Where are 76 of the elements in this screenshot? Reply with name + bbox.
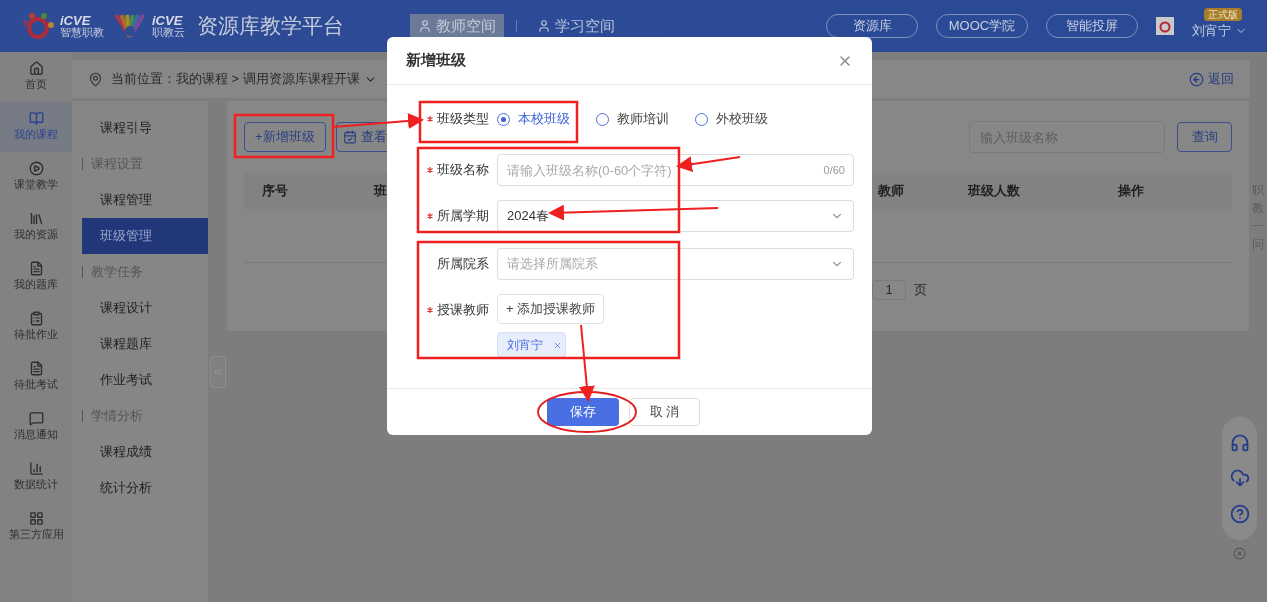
nav-item[interactable]: 我的资源 [0, 202, 72, 252]
breadcrumb-path[interactable]: 我的课程 > 调用资源库课程开课 [176, 69, 377, 89]
back-link[interactable]: 返回 [1189, 69, 1234, 89]
house-icon [28, 61, 44, 77]
calendar-icon [342, 130, 357, 144]
query-button[interactable]: 查询 [1177, 122, 1232, 152]
menu-item[interactable]: 课程管理 [82, 182, 208, 218]
document-icon [28, 261, 44, 277]
logo-icon [112, 11, 148, 41]
radio-option[interactable]: 外校班级 [695, 109, 768, 129]
radio-option[interactable]: 教师培训 [596, 109, 669, 129]
books-icon [28, 211, 44, 227]
close-icon [1233, 547, 1246, 560]
field-label: 所属院系 [437, 255, 489, 274]
document-icon [28, 361, 44, 377]
add-class-button[interactable]: +新增班级 [244, 122, 326, 152]
menu-item[interactable]: 班级管理 [82, 218, 208, 254]
headset-icon [1229, 432, 1250, 453]
nav-item[interactable]: 消息通知 [0, 402, 72, 452]
logo-caption: 职教云 [152, 27, 185, 38]
field-label: 班级类型 [437, 110, 489, 129]
column-header: 班级人数 [968, 182, 1021, 201]
breadcrumb-label: 当前位置： [111, 70, 176, 89]
column-header: 操作 [1118, 182, 1144, 201]
dialog-title: 新增班级 [406, 50, 466, 71]
field-label: 班级名称 [437, 161, 489, 180]
help-icon [1229, 504, 1250, 525]
app-logo-icon [1156, 17, 1174, 35]
menu-item[interactable]: 统计分析 [82, 470, 208, 506]
add-teacher-button[interactable]: + 添加授课教师 [497, 294, 605, 324]
double-chevron-icon [212, 366, 224, 378]
clipboard-icon [28, 311, 44, 327]
space-tab[interactable]: 教师空间 [410, 14, 504, 38]
menu-item[interactable]: 课程引导 [82, 110, 208, 146]
radio-option[interactable]: 本校班级 [497, 109, 570, 129]
nav-item[interactable]: 课堂教学 [0, 152, 72, 202]
field-label: 所属学期 [437, 207, 489, 226]
nav-item[interactable]: 首页 [0, 52, 72, 102]
logo-wordmark: iCVE [152, 14, 184, 27]
chat-icon [28, 411, 44, 427]
platform-title: 资源库教学平台 [197, 13, 344, 40]
menu-item[interactable]: 课程成绩 [82, 434, 208, 470]
user-menu[interactable]: 刘宵宁 [1192, 20, 1247, 41]
space-tab[interactable]: 学习空间 [529, 14, 623, 38]
column-header: 序号 [262, 182, 289, 201]
nav-item[interactable]: 待批考试 [0, 352, 72, 402]
chart-icon [28, 461, 44, 477]
cloud-download-icon [1229, 468, 1250, 489]
cancel-button[interactable]: 取 消 [629, 398, 700, 426]
annotation-arrow [676, 156, 741, 173]
nav-item[interactable]: 我的题库 [0, 252, 72, 302]
page-unit: 页 [914, 281, 927, 300]
select-field[interactable]: 请选择所属院系 [497, 248, 854, 280]
field-label: 授课教师 [437, 301, 489, 320]
teacher-icon [418, 19, 432, 33]
person-icon [537, 19, 551, 33]
select-field[interactable]: 2024春 [497, 200, 854, 232]
book-icon [28, 111, 44, 127]
nav-item[interactable]: 待批作业 [0, 302, 72, 352]
location-icon [88, 71, 103, 87]
character-counter: 0/60 [823, 163, 845, 178]
menu-item[interactable]: 课程设计 [82, 290, 208, 326]
menu-item[interactable]: 作业考试 [82, 362, 208, 398]
logo-wordmark: iCVE [60, 14, 91, 27]
logo-icon [20, 11, 56, 41]
menu-item[interactable]: 课程题库 [82, 326, 208, 362]
play-icon [28, 161, 44, 177]
save-button[interactable]: 保存 [547, 398, 619, 426]
column-header: 教师 [878, 182, 905, 201]
teacher-tag: 刘宵宁 [497, 332, 566, 358]
column-header: 班 [374, 182, 388, 201]
grid-icon [28, 511, 44, 527]
remove-icon [553, 340, 562, 350]
version-badge: 正式版 [1204, 7, 1242, 21]
nav-item[interactable]: 数据统计 [0, 452, 72, 502]
logo-caption: 智慧职教 [60, 27, 104, 38]
